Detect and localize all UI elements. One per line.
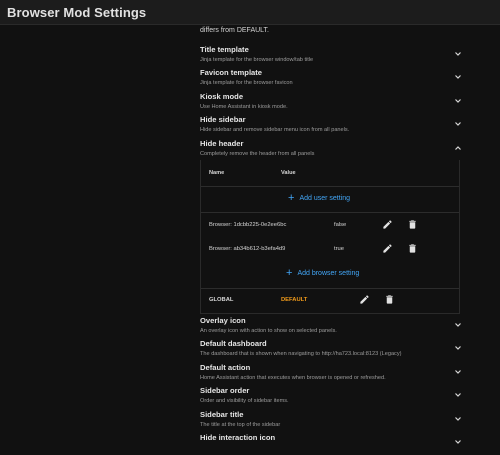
setting-description: The title at the top of the sidebar: [200, 422, 281, 428]
browser-setting-value: true: [334, 246, 344, 252]
add-browser-setting-label: Add browser setting: [297, 270, 360, 277]
plus-icon: +: [286, 267, 293, 279]
setting-title: Overlay icon: [200, 316, 246, 325]
setting-description: Hide sidebar and remove sidebar menu ico…: [200, 127, 350, 133]
intro-text: differs from DEFAULT.: [200, 27, 269, 34]
column-header-value: Value: [281, 170, 296, 176]
browser-setting-name: Browser: 1dcbb225-0e2ee6bc: [209, 222, 287, 228]
trash-icon[interactable]: [407, 243, 418, 254]
setting-title: Sidebar order: [200, 386, 250, 395]
trash-icon[interactable]: [384, 294, 395, 305]
chevron-down-icon[interactable]: [452, 118, 464, 130]
divider: [201, 288, 459, 289]
column-header-name: Name: [209, 170, 225, 176]
add-user-setting-button[interactable]: + Add user setting: [288, 192, 351, 204]
plus-icon: +: [288, 192, 295, 204]
add-browser-setting-button[interactable]: + Add browser setting: [286, 267, 360, 279]
setting-title: Hide sidebar: [200, 115, 246, 124]
setting-title: Sidebar title: [200, 410, 244, 419]
setting-title: Default action: [200, 363, 251, 372]
chevron-down-icon[interactable]: [452, 71, 464, 83]
setting-description: An overlay icon with action to show on s…: [200, 328, 337, 334]
setting-description: Completely remove the header from all pa…: [200, 151, 315, 157]
setting-description: The dashboard that is shown when navigat…: [200, 351, 402, 357]
setting-title: Title template: [200, 45, 249, 54]
chevron-down-icon[interactable]: [452, 319, 464, 331]
chevron-up-icon[interactable]: [452, 142, 464, 154]
setting-hide-sidebar[interactable]: Hide sidebar Hide sidebar and remove sid…: [200, 115, 468, 137]
add-user-setting-label: Add user setting: [299, 195, 351, 202]
pencil-icon[interactable]: [382, 243, 393, 254]
setting-title: Favicon template: [200, 68, 263, 77]
setting-default-dashboard[interactable]: Default dashboard The dashboard that is …: [200, 339, 468, 361]
settings-list: differs from DEFAULT. Title template Jin…: [194, 25, 470, 444]
chevron-down-icon[interactable]: [452, 389, 464, 401]
setting-kiosk-mode[interactable]: Kiosk mode Use Home Assistant in kiosk m…: [200, 92, 468, 114]
setting-title: Hide interaction icon: [200, 433, 276, 442]
global-setting-name: GLOBAL: [209, 297, 234, 303]
pencil-icon[interactable]: [382, 219, 393, 230]
setting-favicon-template[interactable]: Favicon template Jinja template for the …: [200, 68, 468, 90]
browser-setting-name: Browser: ab34b612-b3efa4d9: [209, 246, 286, 252]
setting-description: Use Home Assistant in kiosk mode.: [200, 104, 288, 110]
browser-setting-value: false: [334, 222, 347, 228]
global-setting-value: DEFAULT: [281, 297, 308, 303]
setting-description: Home Assistant action that executes when…: [200, 375, 386, 381]
setting-description: Jinja template for the browser window/ta…: [200, 57, 314, 63]
setting-overlay-icon[interactable]: Overlay icon An overlay icon with action…: [200, 316, 468, 338]
divider: [201, 212, 459, 213]
chevron-down-icon[interactable]: [452, 95, 464, 107]
chevron-down-icon[interactable]: [452, 342, 464, 354]
pencil-icon[interactable]: [359, 294, 370, 305]
setting-default-action[interactable]: Default action Home Assistant action tha…: [200, 363, 468, 385]
setting-description: Jinja template for the browser favicon: [200, 80, 293, 86]
setting-hide-interaction-icon[interactable]: Hide interaction icon: [200, 433, 468, 455]
app-toolbar: Browser Mod Settings: [0, 0, 500, 25]
setting-title: Default dashboard: [200, 339, 267, 348]
chevron-down-icon[interactable]: [452, 366, 464, 378]
setting-sidebar-title[interactable]: Sidebar title The title at the top of th…: [200, 410, 468, 432]
app-title: Browser Mod Settings: [7, 4, 147, 20]
hide-header-settings-panel: Name Value + Add user setting Browser: 1…: [200, 160, 460, 314]
chevron-down-icon[interactable]: [452, 48, 464, 60]
chevron-down-icon[interactable]: [452, 436, 464, 448]
trash-icon[interactable]: [407, 219, 418, 230]
setting-hide-header[interactable]: Hide header Completely remove the header…: [200, 139, 468, 161]
setting-title: Kiosk mode: [200, 92, 244, 101]
setting-sidebar-order[interactable]: Sidebar order Order and visibility of si…: [200, 386, 468, 408]
setting-title-template[interactable]: Title template Jinja template for the br…: [200, 45, 468, 67]
setting-description: Order and visibility of sidebar items.: [200, 398, 289, 404]
divider: [201, 186, 459, 187]
setting-title: Hide header: [200, 139, 244, 148]
chevron-down-icon[interactable]: [452, 413, 464, 425]
